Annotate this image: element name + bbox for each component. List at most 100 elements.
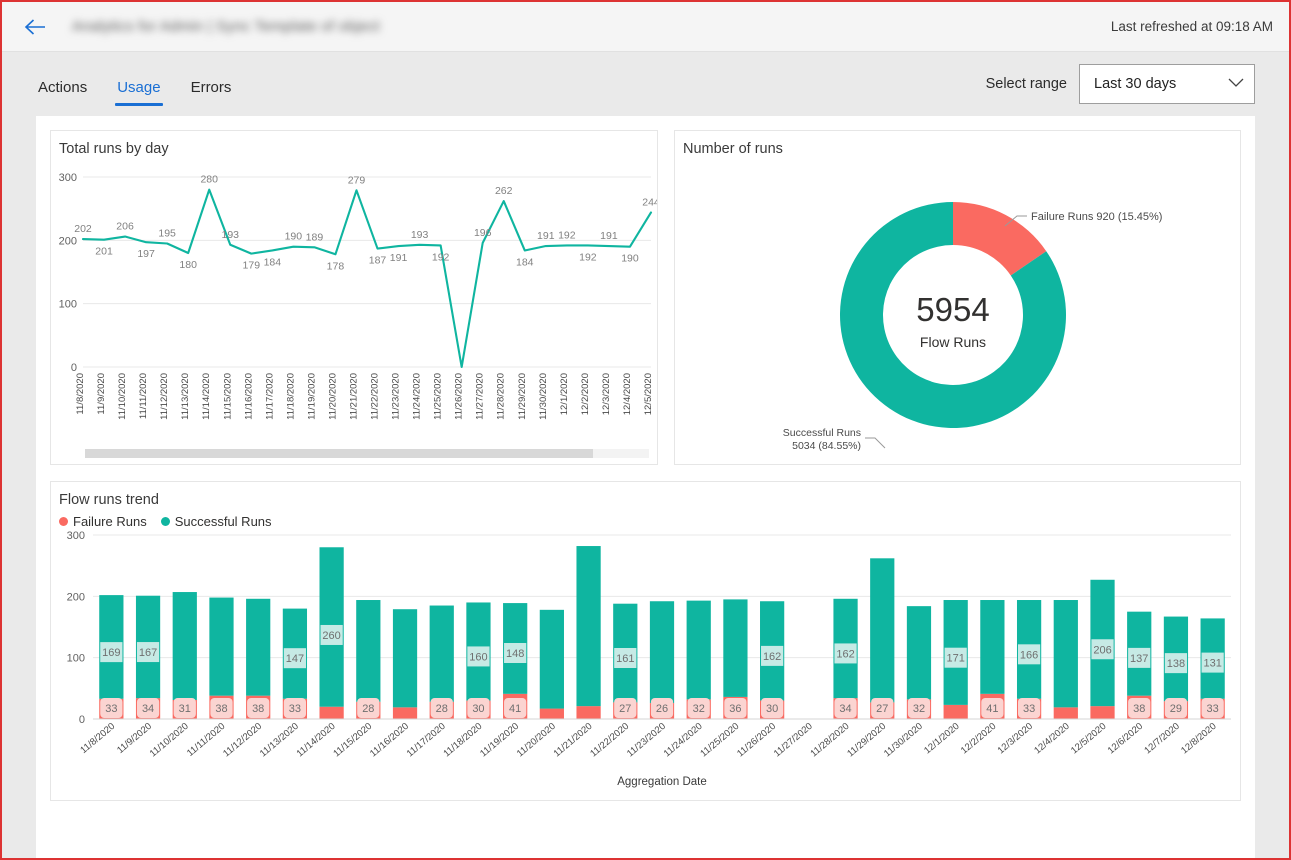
line-x-tick: 11/15/2020 xyxy=(222,373,233,420)
page-title: Analytics for Admin | Sync Template of o… xyxy=(72,18,380,35)
scrollbar-thumb[interactable] xyxy=(85,449,593,458)
svg-text:34: 34 xyxy=(142,703,154,715)
tab-usage[interactable]: Usage xyxy=(115,75,163,106)
svg-text:138: 138 xyxy=(1167,658,1185,670)
bar-label-failure: 41 xyxy=(504,698,527,718)
bar-label-successful: 148 xyxy=(504,643,527,664)
bar-segment-failure[interactable] xyxy=(319,706,344,719)
tab-errors[interactable]: Errors xyxy=(189,75,234,106)
bar-segment-failure[interactable] xyxy=(392,707,418,719)
line-chart[interactable]: 0100200300202 206195280193 190 189279193 196… xyxy=(51,159,660,454)
bar-segment-successful[interactable] xyxy=(209,597,234,696)
bar-y-tick: 0 xyxy=(79,714,85,726)
bar-label-failure: 32 xyxy=(907,698,931,718)
bar-segment-successful[interactable] xyxy=(539,609,564,709)
bar-label-failure: 38 xyxy=(210,698,233,718)
bar-segment-successful[interactable] xyxy=(723,599,748,697)
line-x-tick: 11/29/2020 xyxy=(517,373,528,420)
line-point-label: 279 xyxy=(348,174,366,186)
svg-text:30: 30 xyxy=(472,703,484,715)
bar-segment-successful[interactable] xyxy=(172,592,197,700)
bar-segment-failure[interactable] xyxy=(539,708,564,719)
svg-text:33: 33 xyxy=(1023,703,1035,715)
bar-segment-successful[interactable] xyxy=(906,606,932,700)
total-runs-by-day-panel: Total runs by day 0 100 200 300 202 206 195 280… xyxy=(50,130,660,465)
line-x-tick: 11/14/2020 xyxy=(201,373,212,420)
donut-successful-label-line1: Successful Runs xyxy=(783,427,861,439)
line-point-label: 201 xyxy=(95,246,113,258)
svg-text:167: 167 xyxy=(139,647,157,659)
svg-text:26: 26 xyxy=(656,703,668,715)
line-point-label: 187 xyxy=(369,255,387,267)
line-point-label: 179 xyxy=(243,260,261,272)
bar-label-failure: 32 xyxy=(687,698,710,718)
range-dropdown[interactable]: Last 30 days xyxy=(1079,64,1255,104)
bar-label-successful: 131 xyxy=(1201,652,1224,673)
svg-text:31: 31 xyxy=(179,703,191,715)
back-button[interactable] xyxy=(20,12,50,42)
bar-segment-failure[interactable] xyxy=(576,706,601,719)
bar-segment-successful[interactable] xyxy=(356,600,381,702)
tab-actions[interactable]: Actions xyxy=(36,75,89,106)
line-point-label: 191 xyxy=(600,230,618,242)
bar-label-failure: 30 xyxy=(467,698,490,718)
bar-segment-successful[interactable] xyxy=(870,558,895,703)
line-point-label: 189 xyxy=(306,231,324,243)
line-x-tick: 11/23/2020 xyxy=(391,373,402,420)
bar-x-tick: 11/13/2020 xyxy=(258,721,301,760)
bar-label-failure: 33 xyxy=(1017,698,1041,718)
bar-segment-successful[interactable] xyxy=(1053,600,1078,708)
bar-label-failure: 33 xyxy=(1201,698,1224,718)
line-y-tick: 200 xyxy=(59,235,77,247)
line-point-label: 206 xyxy=(116,221,134,233)
legend-label-successful: Successful Runs xyxy=(174,514,272,529)
line-point-label: 193 xyxy=(221,229,239,241)
bar-segment-successful[interactable] xyxy=(649,601,675,704)
arrow-left-icon xyxy=(24,18,45,35)
svg-text:171: 171 xyxy=(946,653,964,665)
bar-label-successful: 169 xyxy=(100,642,123,663)
donut-chart[interactable]: 5954 Flow Runs Failure Runs 920 (15.45%) Su… xyxy=(675,159,1233,469)
bar-segment-successful[interactable] xyxy=(246,598,271,696)
bar-label-successful: 160 xyxy=(467,646,490,667)
line-x-tick: 11/9/2020 xyxy=(96,373,107,415)
bar-segment-successful[interactable] xyxy=(576,546,601,707)
bar-label-failure: 31 xyxy=(173,698,196,718)
bar-label-successful: 162 xyxy=(761,645,784,666)
legend-item-successful[interactable]: Successful Runs xyxy=(160,514,272,529)
bar-segment-failure[interactable] xyxy=(1053,707,1078,719)
bar-segment-successful[interactable] xyxy=(392,609,418,708)
bar-chart[interactable]: 01002003003316911/8/20203416711/9/202031… xyxy=(51,529,1243,791)
bar-label-failure: 28 xyxy=(357,698,380,718)
svg-text:38: 38 xyxy=(252,703,264,715)
bar-segment-successful[interactable] xyxy=(429,605,454,702)
svg-text:147: 147 xyxy=(286,653,304,665)
legend-label-failure: Failure Runs xyxy=(73,514,147,529)
line-y-tick: 100 xyxy=(59,299,77,311)
line-chart-scrollbar[interactable] xyxy=(85,449,649,458)
svg-text:162: 162 xyxy=(836,648,854,660)
bar-chart-legend: Failure Runs Successful Runs xyxy=(51,510,1240,529)
bar-x-tick: 12/3/2020 xyxy=(996,721,1035,757)
bar-segment-successful[interactable] xyxy=(980,600,1005,694)
bar-label-successful: 147 xyxy=(283,648,307,669)
bar-segment-failure[interactable] xyxy=(943,704,968,719)
bar-label-successful: 206 xyxy=(1091,639,1114,660)
bar-label-failure: 41 xyxy=(981,698,1004,718)
bar-segment-failure[interactable] xyxy=(1090,706,1115,719)
svg-text:162: 162 xyxy=(763,651,781,663)
line-x-tick: 11/26/2020 xyxy=(454,373,465,420)
bar-x-tick: 11/24/2020 xyxy=(662,721,705,760)
legend-item-failure[interactable]: Failure Runs xyxy=(59,514,147,529)
line-point-label: 195 xyxy=(158,228,176,240)
bar-x-tick: 11/17/2020 xyxy=(405,721,448,760)
line-series-total-runs[interactable] xyxy=(81,188,653,369)
bar-x-tick: 11/20/2020 xyxy=(515,721,558,760)
bar-segment-successful[interactable] xyxy=(686,600,711,700)
bar-label-failure: 26 xyxy=(650,698,674,718)
line-point-label: 244 xyxy=(642,196,657,208)
bar-label-successful: 167 xyxy=(136,642,160,663)
bar-x-tick: 11/28/2020 xyxy=(809,721,852,760)
svg-text:36: 36 xyxy=(729,703,741,715)
bar-label-failure: 33 xyxy=(100,698,123,718)
